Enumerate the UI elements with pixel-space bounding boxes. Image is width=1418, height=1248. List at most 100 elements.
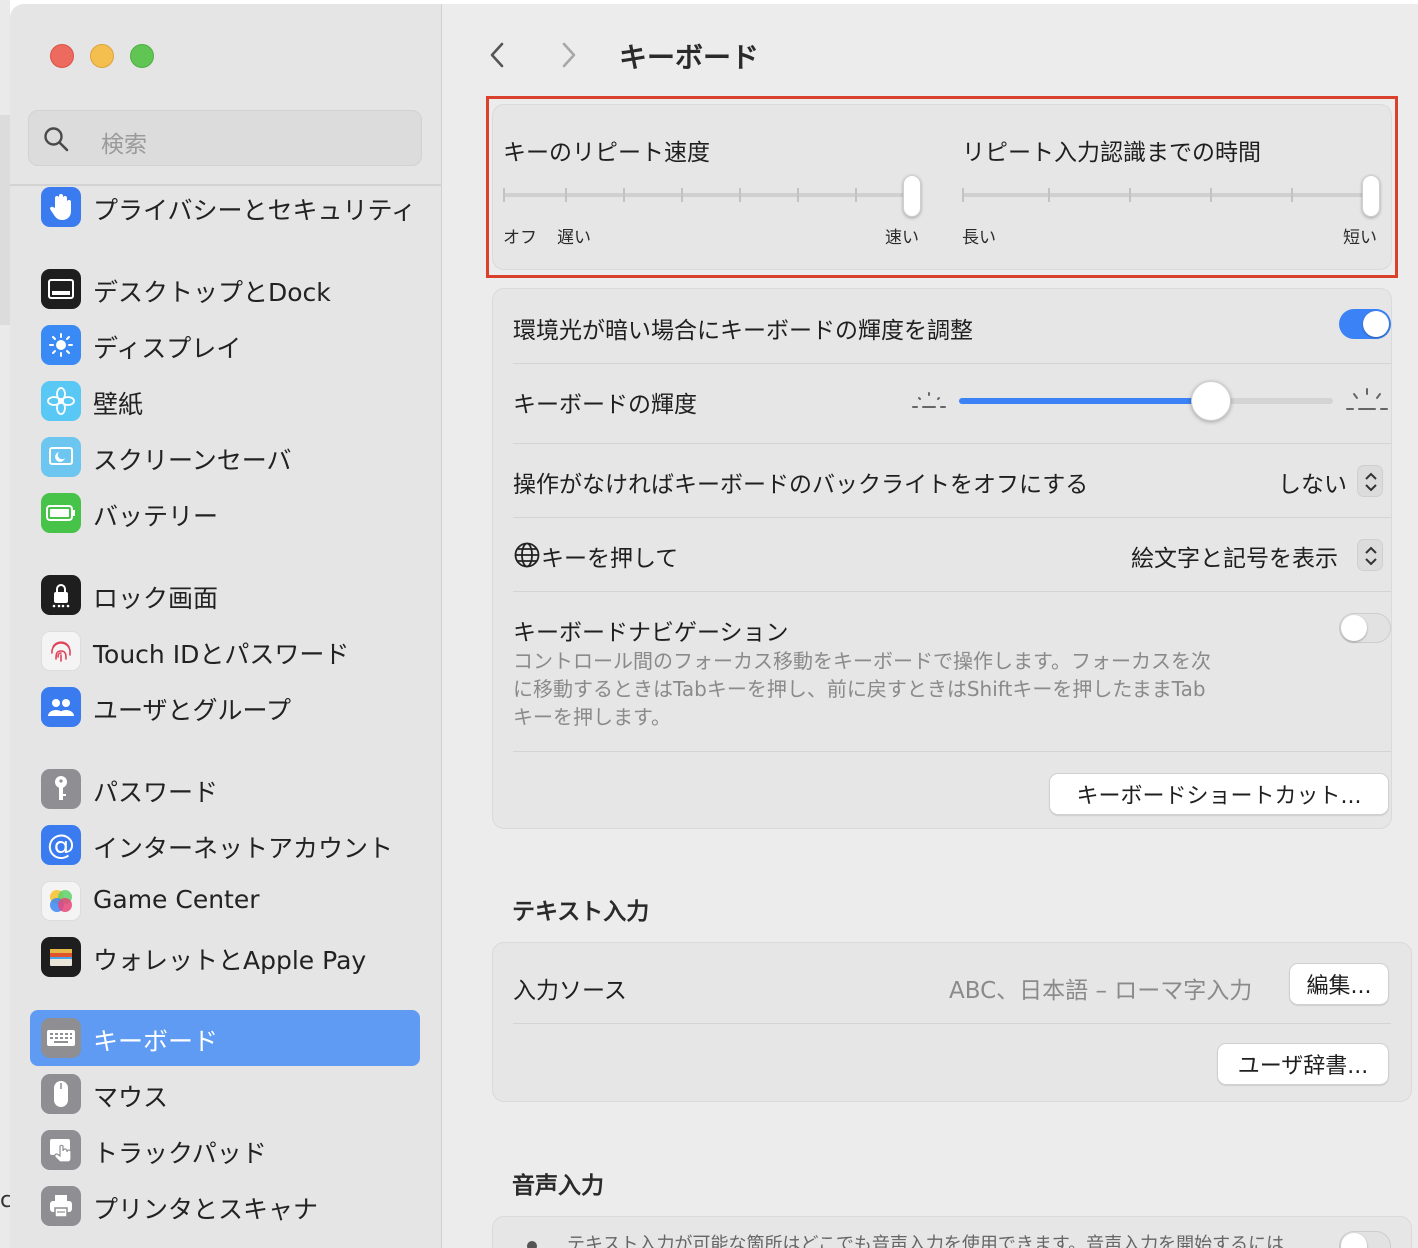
close-window-button[interactable]: [50, 44, 74, 68]
sidebar-item-internet-accounts[interactable]: @ インターネットアカウント: [30, 817, 420, 873]
search-icon: [44, 127, 69, 152]
lock-icon: [41, 575, 81, 615]
sidebar-item-game-center[interactable]: Game Center: [30, 873, 420, 929]
search-placeholder: 検索: [101, 132, 147, 158]
wallet-icon: [41, 937, 81, 977]
dock-icon: [41, 269, 81, 309]
page-title: キーボード: [619, 41, 760, 74]
sidebar-item-label: マウス: [93, 1083, 169, 1112]
sidebar-item-label: Touch IDとパスワード: [93, 640, 350, 669]
brightness-label: キーボードの輝度: [513, 392, 697, 418]
sidebar-item-label: ウォレットとApple Pay: [93, 946, 367, 975]
sidebar-item-label: デスクトップとDock: [93, 278, 331, 307]
edit-input-sources-button[interactable]: 編集...: [1289, 963, 1389, 1005]
globe-key-value[interactable]: 絵文字と記号を表示: [1131, 539, 1338, 573]
sidebar-item-trackpad[interactable]: トラックパッド: [30, 1122, 420, 1178]
sidebar-item-keyboard[interactable]: キーボード: [30, 1010, 420, 1066]
globe-icon: [514, 542, 540, 568]
updown-chevron-icon: [1365, 546, 1377, 566]
sidebar-item-wallpaper[interactable]: 壁紙: [30, 373, 420, 429]
sidebar-item-label: 壁紙: [93, 390, 144, 419]
sidebar-item-label: Game Center: [93, 885, 260, 914]
dictation-card: テキスト入力が可能な箇所はどこでも音声入力を使用できます。音声入力を開始するには: [492, 1216, 1412, 1248]
sidebar-item-battery[interactable]: バッテリー: [30, 485, 420, 541]
flower-icon: [41, 381, 81, 421]
text-input-card: 入力ソース ABC、日本語 – ローマ字入力 編集... ユーザ辞書...: [492, 942, 1412, 1102]
dictation-toggle[interactable]: [1339, 1231, 1391, 1248]
globe-key-label: キーを押して: [541, 546, 679, 572]
main-pane: キーボード キーのリピート速度 リピート入力認識までの時間 オフ 遅い 速い 長…: [442, 4, 1418, 1248]
dictation-heading: 音声入力: [512, 1173, 604, 1199]
sidebar-item-lock-screen[interactable]: ロック画面: [30, 567, 420, 623]
background-window-panel: [0, 115, 10, 325]
sun-icon: [41, 325, 81, 365]
mouse-icon: [41, 1074, 81, 1114]
fingerprint-icon: [41, 631, 81, 671]
sidebar-item-label: キーボード: [93, 1027, 219, 1056]
updown-chevron-icon: [1365, 472, 1377, 492]
text-input-heading: テキスト入力: [512, 899, 650, 925]
globe-key-popup[interactable]: [1357, 539, 1383, 571]
brightness-high-icon: [1346, 388, 1388, 410]
hand-icon: [41, 187, 81, 227]
backlight-off-value[interactable]: しない: [1278, 465, 1347, 499]
dictation-bullet: [527, 1241, 537, 1248]
sidebar-item-label: バッテリー: [93, 502, 219, 531]
sidebar-item-label: ユーザとグループ: [93, 696, 292, 725]
users-icon: [41, 687, 81, 727]
sidebar-item-label: スクリーンセーバ: [93, 446, 292, 475]
sidebar-item-label: パスワード: [93, 778, 219, 807]
sidebar-item-label: ディスプレイ: [93, 334, 242, 363]
sidebar-item-touch-id[interactable]: Touch IDとパスワード: [30, 623, 420, 679]
keyboard-navigation-desc-3: キーを押します。: [513, 705, 671, 729]
user-dictionary-button[interactable]: ユーザ辞書...: [1217, 1043, 1389, 1085]
trackpad-icon: [41, 1130, 81, 1170]
keyboard-shortcuts-button[interactable]: キーボードショートカット...: [1049, 773, 1389, 815]
keyboard-icon: [41, 1018, 81, 1058]
sidebar-item-desktop-dock[interactable]: デスクトップとDock: [30, 261, 420, 317]
keyboard-navigation-desc-2: に移動するときはTabキーを押し、前に戻すときはShiftキーを押したままTab: [513, 677, 1206, 701]
back-chevron-icon[interactable]: [482, 38, 512, 72]
brightness-slider-fill: [959, 398, 1209, 404]
zoom-window-button[interactable]: [130, 44, 154, 68]
auto-brightness-label: 環境光が暗い場合にキーボードの輝度を調整: [513, 318, 973, 344]
highlight-box: [486, 96, 1398, 278]
keyboard-navigation-toggle[interactable]: [1339, 613, 1391, 643]
at-icon: @: [41, 825, 81, 865]
sidebar-item-label: インターネットアカウント: [93, 834, 394, 863]
sidebar-item-printers[interactable]: プリンタとスキャナ: [30, 1178, 420, 1234]
keyboard-navigation-desc-1: コントロール間のフォーカス移動をキーボードで操作します。フォーカスを次: [513, 649, 1211, 673]
backlight-off-label: 操作がなければキーボードのバックライトをオフにする: [513, 472, 1089, 498]
sidebar-item-label: プライバシーとセキュリティ: [93, 196, 417, 225]
settings-window: 検索 プライバシーとセキュリティ デスクトップとDock ディスプレイ 壁紙 ス…: [10, 4, 1418, 1248]
game-center-icon: [41, 881, 81, 921]
forward-chevron-icon[interactable]: [554, 38, 584, 72]
key-icon: [41, 769, 81, 809]
auto-brightness-toggle[interactable]: [1339, 309, 1391, 339]
backlight-off-popup[interactable]: [1357, 465, 1383, 497]
sidebar-item-label: ロック画面: [93, 584, 219, 613]
battery-icon: [41, 493, 81, 533]
search-field[interactable]: 検索: [28, 110, 422, 166]
keyboard-settings-card: 環境光が暗い場合にキーボードの輝度を調整 キーボードの輝度 操作がなければキーボ…: [492, 288, 1392, 829]
screensaver-icon: [41, 437, 81, 477]
input-sources-label: 入力ソース: [513, 978, 627, 1004]
sidebar-item-screensaver[interactable]: スクリーンセーバ: [30, 429, 420, 485]
sidebar-item-label: トラックパッド: [93, 1139, 267, 1168]
sidebar-item-privacy[interactable]: プライバシーとセキュリティ: [30, 179, 420, 235]
sidebar-item-passwords[interactable]: パスワード: [30, 761, 420, 817]
sidebar-item-label: プリンタとスキャナ: [93, 1195, 319, 1224]
dictation-description: テキスト入力が可能な箇所はどこでも音声入力を使用できます。音声入力を開始するには: [567, 1234, 1285, 1248]
brightness-slider-knob[interactable]: [1191, 381, 1231, 421]
brightness-low-icon: [912, 392, 946, 408]
sidebar-item-users-groups[interactable]: ユーザとグループ: [30, 679, 420, 735]
background-window-edge: c: [0, 0, 12, 1248]
sidebar-item-mouse[interactable]: マウス: [30, 1066, 420, 1122]
sidebar: 検索 プライバシーとセキュリティ デスクトップとDock ディスプレイ 壁紙 ス…: [10, 4, 442, 1248]
minimize-window-button[interactable]: [90, 44, 114, 68]
input-sources-value: ABC、日本語 – ローマ字入力: [949, 978, 1253, 1004]
sidebar-item-displays[interactable]: ディスプレイ: [30, 317, 420, 373]
printer-icon: [41, 1186, 81, 1226]
keyboard-navigation-label: キーボードナビゲーション: [513, 620, 789, 646]
sidebar-item-wallet[interactable]: ウォレットとApple Pay: [30, 929, 420, 985]
